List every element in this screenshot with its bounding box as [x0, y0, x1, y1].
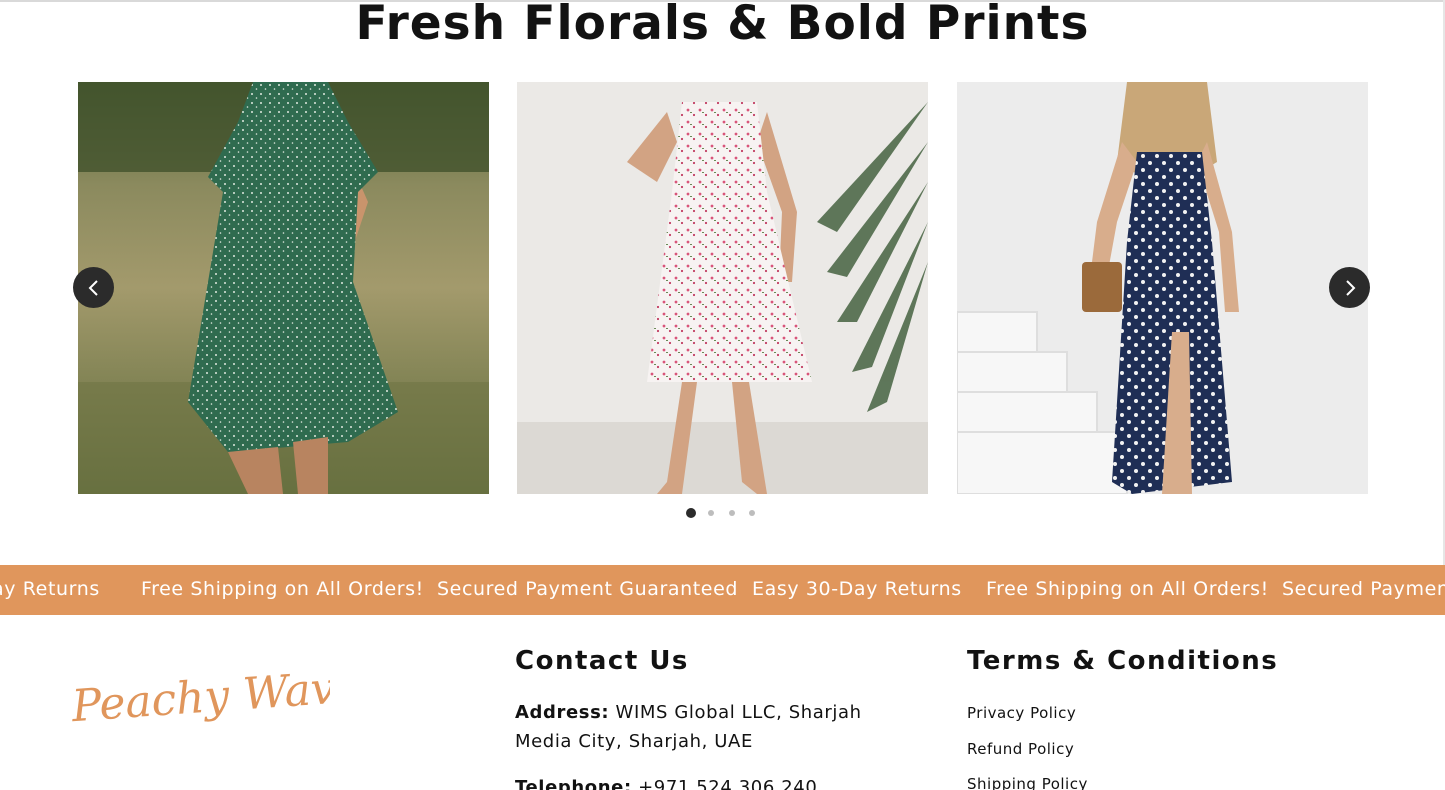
contact-address: Address: WIMS Global LLC, Sharjah Media …	[515, 698, 915, 756]
announcement-item: Secured Payment G	[1282, 578, 1445, 600]
slider-pagination	[0, 508, 1445, 520]
footer: Peachy Waves Contact Us Address: WIMS Gl…	[0, 615, 1445, 790]
slider-dot-3[interactable]	[729, 510, 735, 516]
contact-telephone: Telephone: +971 524 306 240	[515, 773, 915, 790]
brand-logo[interactable]: Peachy Waves	[69, 655, 386, 745]
slider-dot-4[interactable]	[749, 510, 755, 516]
terms-heading: Terms & Conditions	[967, 646, 1279, 676]
refund-policy-link[interactable]: Refund Policy	[967, 740, 1074, 758]
svg-text:Peachy Waves: Peachy Waves	[70, 659, 330, 732]
chevron-left-icon	[88, 279, 98, 296]
section-title: Fresh Florals & Bold Prints	[355, 0, 1090, 51]
peachy-waves-logo: Peachy Waves	[69, 659, 386, 732]
address-label: Address:	[515, 702, 610, 723]
product-slider	[0, 82, 1445, 494]
slide-navy-polka-dot-dress[interactable]	[957, 82, 1368, 494]
announcement-item: Secured Payment Guaranteed	[437, 578, 739, 600]
announcement-item: ay Returns	[0, 578, 100, 600]
announcement-item: Free Shipping on All Orders!	[141, 578, 424, 600]
green-dress-image	[78, 82, 489, 494]
privacy-policy-link[interactable]: Privacy Policy	[967, 704, 1076, 722]
announcement-bar: ay Returns Free Shipping on All Orders! …	[0, 565, 1445, 615]
slider-dot-2[interactable]	[708, 510, 714, 516]
contact-heading: Contact Us	[515, 646, 689, 676]
slide-white-floral-dress[interactable]	[517, 82, 928, 494]
navy-dress-image	[957, 82, 1368, 494]
chevron-right-icon	[1345, 279, 1355, 296]
slider-next-button[interactable]	[1329, 267, 1370, 308]
telephone-label: Telephone:	[515, 777, 632, 790]
slider-dot-1[interactable]	[686, 508, 696, 518]
slider-prev-button[interactable]	[73, 267, 114, 308]
telephone-value[interactable]: +971 524 306 240	[638, 777, 817, 790]
announcement-item: Free Shipping on All Orders!	[986, 578, 1269, 600]
white-floral-dress-image	[517, 82, 928, 494]
shipping-policy-link[interactable]: Shipping Policy	[967, 775, 1088, 790]
slide-green-polka-dot-dress[interactable]	[78, 82, 489, 494]
announcement-item: Easy 30-Day Returns	[752, 578, 962, 600]
